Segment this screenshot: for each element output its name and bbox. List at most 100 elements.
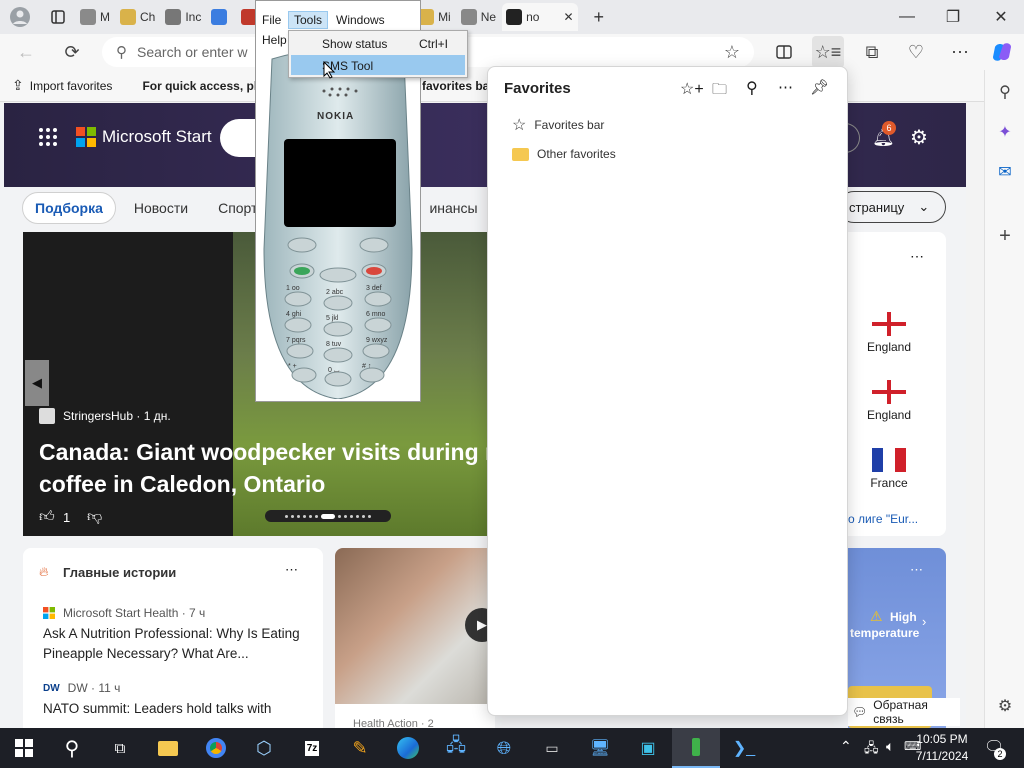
ms-start-logo-text[interactable]: Microsoft Start — [102, 127, 212, 147]
globe-app-icon[interactable]: 🌐︎ — [480, 728, 528, 768]
paint-app-icon[interactable]: ✎ — [336, 728, 384, 768]
story-item[interactable]: DW DW · 11 ч NATO summit: Leaders hold t… — [43, 681, 313, 719]
import-favorites-icon[interactable]: ⇪ — [12, 77, 24, 94]
video-card[interactable]: ▶ Health Action · 2 — [335, 548, 495, 728]
chrome-icon[interactable] — [192, 728, 240, 768]
start-button[interactable] — [0, 728, 48, 768]
phone-key[interactable]: 9 wxyz — [366, 337, 387, 344]
clock[interactable]: 10:05 PM 7/11/2024 — [912, 731, 972, 765]
minimize-button[interactable]: — — [884, 0, 930, 34]
hero-prev-button[interactable]: ◀ — [25, 360, 49, 406]
add-to-favorites-icon[interactable]: ☆+ — [680, 79, 704, 99]
favorites-item-bar[interactable]: ☆ Favorites bar — [512, 115, 604, 135]
edge-icon[interactable] — [384, 728, 432, 768]
phone-key[interactable]: 7 pqrs — [286, 337, 305, 344]
card-more-icon[interactable]: ⋯ — [910, 562, 923, 578]
collections-icon[interactable]: ⧉ — [856, 36, 888, 68]
profile-avatar[interactable] — [0, 0, 40, 34]
pin-panel-icon[interactable]: 📌︎ — [810, 78, 829, 96]
browser-tab[interactable] — [207, 3, 235, 31]
close-window-button[interactable]: ✕ — [978, 0, 1024, 34]
feedback-button[interactable]: 💬︎ Обратная связь — [848, 698, 960, 726]
terminal-icon[interactable]: ▭ — [528, 728, 576, 768]
story-item[interactable]: Microsoft Start Health · 7 ч Ask A Nutri… — [43, 606, 313, 664]
phone-key[interactable]: 1 oo — [286, 285, 300, 292]
personalize-label: страницу — [849, 199, 905, 215]
thumbs-up-icon[interactable]: 👍︎ — [39, 508, 55, 526]
volume-icon[interactable]: 🔈︎ — [886, 738, 894, 755]
taskbar-search-icon[interactable]: ⚲ — [48, 728, 96, 768]
more-options-icon[interactable]: ⋯ — [778, 78, 793, 96]
menu-windows[interactable]: Windows — [336, 13, 385, 27]
pill-finance[interactable]: инансы — [417, 192, 489, 224]
tab-actions-icon[interactable] — [40, 0, 76, 34]
phone-key[interactable]: 8 tuv — [326, 341, 341, 348]
menu-help[interactable]: Help — [262, 33, 287, 47]
search-favorites-icon[interactable]: ⚲ — [746, 78, 758, 98]
outlook-icon[interactable]: ✉ — [993, 160, 1017, 184]
phone-key[interactable]: 6 mno — [366, 311, 385, 318]
add-app-icon[interactable]: + — [993, 224, 1017, 248]
card-more-icon[interactable]: ⋯ — [285, 562, 298, 578]
thumbs-down-icon[interactable]: 👎︎ — [87, 508, 102, 526]
team-england-2[interactable]: England — [848, 380, 930, 422]
network-icon[interactable]: 🖧︎ — [864, 739, 879, 761]
team-england-1[interactable]: England — [848, 312, 930, 354]
phone-key[interactable]: 4 ghi — [286, 311, 301, 318]
back-button[interactable]: ← — [10, 36, 42, 68]
phone-key[interactable]: 3 def — [366, 285, 382, 292]
settings-more-button[interactable]: ⋯ — [944, 36, 976, 68]
favorites-item-other[interactable]: Other favorites — [512, 147, 616, 161]
favorites-button[interactable]: ☆≡ — [812, 36, 844, 68]
powershell-icon[interactable]: ❯_ — [720, 728, 768, 768]
file-explorer-icon[interactable] — [144, 728, 192, 768]
page-settings-gear-icon[interactable]: ⚙ — [910, 125, 928, 150]
phone-emulator-taskbar-icon[interactable] — [672, 728, 720, 768]
browser-essentials-icon[interactable]: ♡ — [900, 36, 932, 68]
pill-selection[interactable]: Подборка — [22, 192, 116, 224]
split-screen-icon[interactable] — [768, 36, 800, 68]
phone-key[interactable]: # ↑ — [362, 363, 371, 370]
pill-news[interactable]: Новости — [122, 192, 200, 224]
personalize-button[interactable]: страницу ⌄ — [838, 191, 946, 223]
apps-grid-icon[interactable] — [38, 127, 58, 147]
phone-key[interactable]: 0 ⌴ — [328, 367, 339, 375]
carousel-dots[interactable] — [265, 510, 391, 522]
phone-key[interactable]: 2 abc — [326, 289, 343, 296]
close-tab-icon[interactable]: ✕ — [563, 10, 573, 24]
hero-title[interactable]: Canada: Giant woodpecker visits during m… — [39, 436, 488, 500]
menu-item-show-status[interactable]: Show status Ctrl+I — [291, 33, 465, 53]
browser-tab[interactable]: Ch — [116, 3, 159, 31]
3d-viewer-icon[interactable]: ⬡ — [240, 728, 288, 768]
league-link[interactable]: о лиге "Eur... — [848, 512, 918, 526]
chevron-up-icon[interactable]: ⌃ — [840, 738, 852, 755]
menu-tools[interactable]: Tools — [288, 11, 329, 29]
copilot-app-icon[interactable]: ✦ — [993, 120, 1017, 144]
copilot-icon[interactable] — [986, 36, 1018, 68]
browser-tab[interactable]: Ne — [457, 3, 500, 31]
monitor-app-icon[interactable]: ▣ — [624, 728, 672, 768]
menu-file[interactable]: File — [262, 13, 281, 27]
browser-tab[interactable]: Inc — [161, 3, 205, 31]
browser-tab[interactable]: no ✕ — [502, 3, 578, 31]
phone-key[interactable]: 5 jkl — [326, 315, 338, 322]
card-more-icon[interactable]: ⋯ — [910, 248, 924, 265]
browser-tab[interactable]: M — [76, 3, 114, 31]
team-france[interactable]: France — [848, 448, 930, 490]
search-icon[interactable]: ⚲ — [993, 80, 1017, 104]
search-box[interactable] — [220, 119, 260, 157]
new-tab-button[interactable]: + — [590, 3, 609, 31]
menu-item-sms-tool[interactable]: SMS Tool — [291, 55, 465, 75]
network-app-icon[interactable]: 🖧︎ — [432, 728, 480, 768]
add-folder-icon[interactable]: 🗀︎ — [712, 79, 727, 104]
refresh-button[interactable]: ⟳ — [56, 36, 88, 68]
sidebar-settings-icon[interactable]: ⚙ — [993, 694, 1017, 718]
remote-desktop-icon[interactable]: 🖥︎ — [576, 728, 624, 768]
phone-key[interactable]: * + — [288, 363, 297, 370]
task-view-icon[interactable]: ⧉ — [96, 728, 144, 768]
chevron-right-icon[interactable]: › — [922, 614, 926, 629]
import-favorites-link[interactable]: Import favorites — [30, 79, 113, 93]
add-favorite-star-icon[interactable]: ☆ — [716, 36, 748, 68]
restore-button[interactable]: ❐ — [930, 0, 976, 34]
7zip-icon[interactable]: 7z — [288, 728, 336, 768]
